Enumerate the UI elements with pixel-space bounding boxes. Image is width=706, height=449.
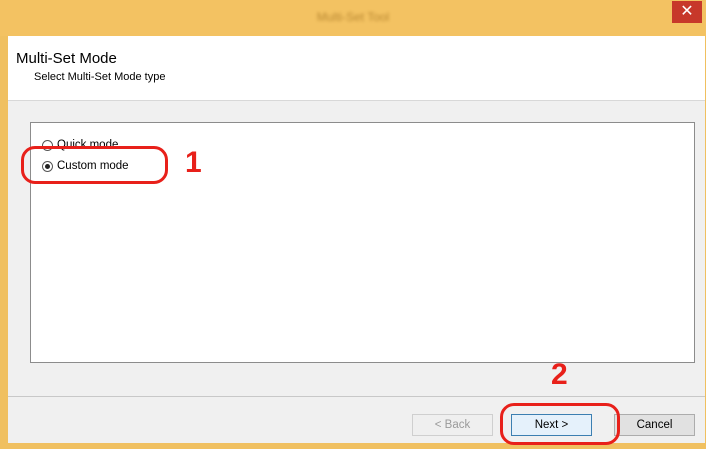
step2-number: 2 bbox=[551, 358, 568, 391]
wizard-header: Multi-Set Mode Select Multi-Set Mode typ… bbox=[8, 36, 705, 101]
title-bar[interactable]: Multi-Set Tool ✕ bbox=[0, 0, 706, 36]
page-title: Multi-Set Mode bbox=[16, 50, 117, 67]
close-button[interactable]: ✕ bbox=[672, 1, 702, 23]
step2-highlight bbox=[500, 403, 620, 445]
window-title: Multi-Set Tool bbox=[316, 10, 390, 24]
page-subtitle: Select Multi-Set Mode type bbox=[34, 71, 166, 83]
close-icon: ✕ bbox=[680, 3, 694, 20]
step1-number: 1 bbox=[185, 146, 202, 179]
dialog-window: Multi-Set Tool ✕ Multi-Set Mode Select M… bbox=[0, 0, 706, 449]
dialog-client-area: Multi-Set Mode Select Multi-Set Mode typ… bbox=[8, 36, 705, 443]
footer-separator bbox=[8, 396, 705, 397]
back-button[interactable]: < Back bbox=[412, 414, 493, 436]
cancel-button[interactable]: Cancel bbox=[614, 414, 695, 436]
step1-highlight bbox=[21, 146, 168, 184]
